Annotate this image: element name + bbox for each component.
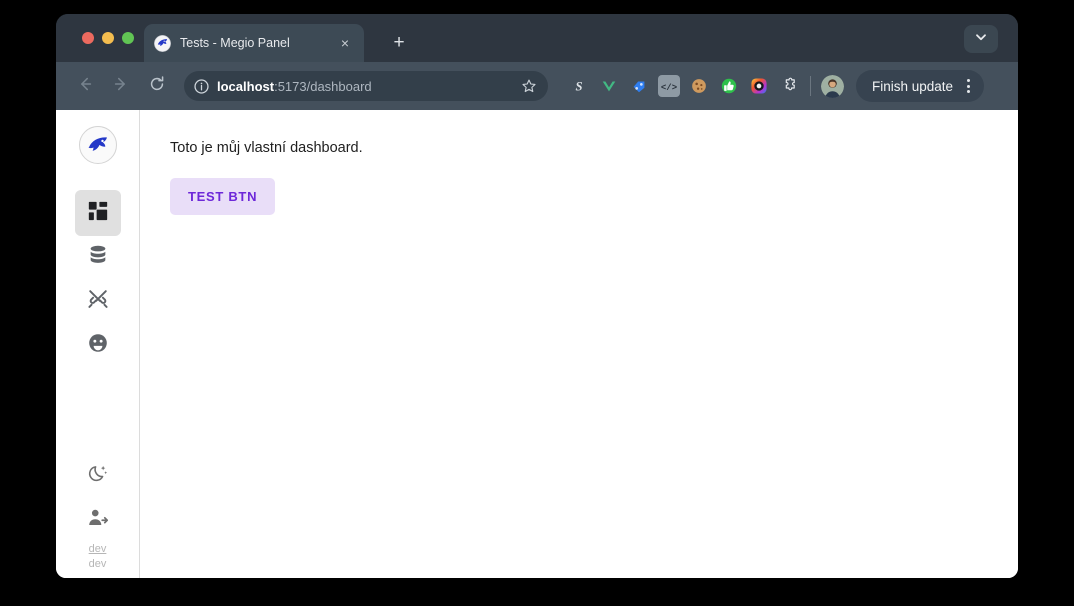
back-button[interactable] [70, 71, 100, 101]
sidebar-dev-info: dev dev [89, 542, 107, 572]
info-circle-icon[interactable] [190, 75, 212, 97]
main-content: Toto je můj vlastní dashboard. TEST BTN [140, 110, 1018, 578]
extensions-row: S </> [568, 75, 800, 97]
maximize-window-button[interactable] [122, 32, 134, 44]
vue-devtools-icon[interactable] [598, 75, 620, 97]
test-btn-button[interactable]: TEST BTN [170, 178, 276, 215]
arrow-left-icon [76, 75, 94, 98]
browser-toolbar: localhost:5173/dashboard S </> Finish up… [56, 62, 1018, 110]
browser-window: Tests - Megio Panel × + localhost:5173/d… [56, 14, 1018, 578]
url-host: localhost [217, 78, 275, 94]
tab-strip: Tests - Megio Panel × + [56, 14, 1018, 62]
tools-icon [87, 288, 109, 315]
sidebar-item-dashboard[interactable] [74, 190, 121, 236]
kebab-menu-icon[interactable] [958, 79, 978, 93]
forward-button[interactable] [106, 71, 136, 101]
sidebar-item-dark-mode[interactable] [75, 454, 121, 498]
minimize-window-button[interactable] [102, 32, 114, 44]
s-extension-icon[interactable]: S [568, 75, 590, 97]
url-path: :5173/dashboard [274, 78, 372, 94]
face-avatar-icon [87, 332, 109, 359]
sidebar-item-logout[interactable] [75, 498, 121, 542]
close-tab-button[interactable]: × [336, 34, 354, 52]
code-extension-icon[interactable]: </> [658, 75, 680, 97]
sidebar-item-profile[interactable] [75, 322, 121, 368]
sidebar-item-tools[interactable] [75, 278, 121, 324]
address-bar[interactable]: localhost:5173/dashboard [184, 71, 548, 101]
person-arrow-icon [87, 507, 109, 534]
dev-label: dev [88, 558, 107, 570]
puzzle-extensions-icon[interactable] [778, 75, 800, 97]
arrow-right-icon [112, 75, 130, 98]
tab-title: Tests - Megio Panel [180, 36, 290, 50]
shark-logo-icon [154, 34, 171, 52]
megio-shark-logo[interactable] [78, 126, 117, 164]
new-tab-button[interactable]: + [386, 31, 412, 57]
window-controls [82, 32, 134, 44]
reload-button[interactable] [142, 71, 172, 101]
address-bar-url: localhost:5173/dashboard [217, 79, 518, 94]
star-icon[interactable] [518, 75, 540, 97]
dev-link[interactable]: dev [89, 542, 107, 557]
tag-extension-icon[interactable] [628, 75, 650, 97]
sidebar-item-database[interactable] [75, 234, 121, 280]
user-avatar[interactable] [821, 74, 844, 98]
finish-update-button[interactable]: Finish update [856, 70, 985, 102]
finish-update-label: Finish update [872, 78, 954, 94]
moon-stars-icon [87, 463, 109, 490]
svg-text:</>: </> [661, 83, 677, 93]
grid-dashboard-icon [87, 200, 109, 227]
thumbs-up-extension-icon[interactable] [718, 75, 740, 97]
close-window-button[interactable] [82, 32, 94, 44]
page-title: Toto je můj vlastní dashboard. [170, 140, 363, 156]
cookie-extension-icon[interactable] [688, 75, 710, 97]
chevron-down-icon [975, 30, 987, 48]
gradient-circle-extension-icon[interactable] [748, 75, 770, 97]
toolbar-divider [810, 76, 811, 96]
screen-root: Tests - Megio Panel × + localhost:5173/d… [0, 0, 1074, 606]
svg-text:S: S [575, 80, 582, 94]
browser-tab-active[interactable]: Tests - Megio Panel × [144, 24, 364, 62]
database-icon [87, 244, 109, 271]
reload-icon [148, 75, 166, 98]
app-sidebar: dev dev [56, 110, 140, 578]
tab-search-button[interactable] [964, 25, 998, 53]
page-viewport: dev dev Toto je můj vlastní dashboard. T… [56, 110, 1018, 578]
